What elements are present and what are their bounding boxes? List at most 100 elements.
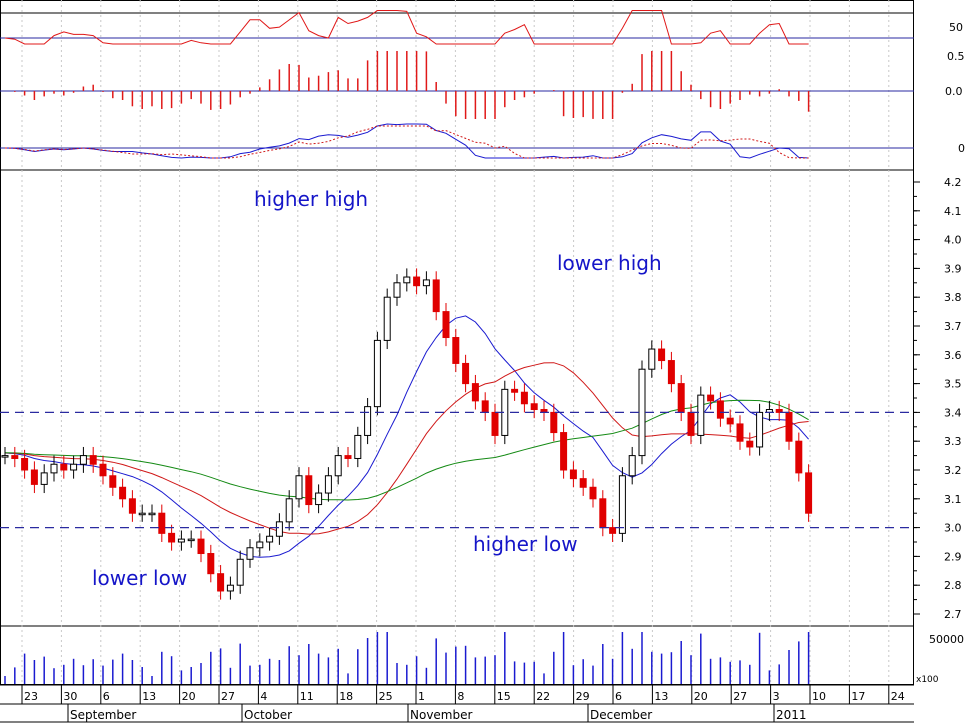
y-tick-label: 2.7	[944, 608, 962, 621]
candle-body	[579, 478, 587, 488]
candle-body	[805, 472, 813, 514]
x-tick-label: 22	[536, 690, 550, 703]
oscillator-line	[4, 10, 809, 45]
candle-body	[70, 463, 78, 471]
volume-unit-label: x100	[916, 675, 939, 685]
candle-body	[638, 368, 646, 457]
candle-body	[756, 411, 764, 448]
candle-body	[21, 457, 29, 471]
ma-short-line	[4, 315, 809, 558]
candle-body	[285, 498, 293, 523]
candle-body	[442, 311, 450, 339]
candle-body	[256, 541, 264, 549]
month-label: December	[590, 708, 652, 722]
candle-body	[158, 512, 166, 534]
histogram-tick-0: 0.5	[947, 50, 965, 63]
candle-body	[697, 394, 705, 436]
x-tick-label: 6	[103, 690, 110, 703]
month-label: October	[244, 708, 292, 722]
macd-zero-label: 0	[958, 142, 965, 155]
candle-body	[511, 388, 519, 393]
y-tick-label: 3.1	[944, 493, 962, 506]
candle-body	[138, 512, 146, 516]
x-tick-label: 13	[142, 690, 156, 703]
month-label: 2011	[776, 708, 807, 722]
candle-body	[266, 535, 274, 543]
x-tick-label: 30	[63, 690, 77, 703]
candle-body	[109, 475, 117, 488]
candle-body	[207, 553, 215, 575]
candle-body	[119, 486, 127, 500]
candle-body	[471, 383, 479, 402]
candle-body	[403, 276, 411, 284]
candle-body	[560, 432, 568, 471]
candle-body	[197, 538, 205, 555]
candle-body	[236, 558, 244, 586]
candle-body	[226, 584, 234, 592]
candle-body	[569, 469, 577, 480]
month-label: November	[410, 708, 472, 722]
x-tick-label: 4	[260, 690, 267, 703]
x-tick-label: 27	[221, 690, 235, 703]
x-tick-label: 25	[379, 690, 393, 703]
candle-body	[11, 455, 19, 459]
y-tick-label: 3.9	[944, 262, 962, 275]
candle-body	[520, 391, 528, 405]
candle-body	[589, 486, 597, 500]
x-tick-label: 17	[851, 690, 865, 703]
candle-body	[462, 362, 470, 385]
x-tick-label: 27	[733, 690, 747, 703]
candle-body	[217, 573, 225, 592]
annotation-higher-high: higher high	[254, 187, 368, 211]
candle-body	[413, 276, 421, 287]
candle-body	[99, 463, 107, 477]
candle-body	[677, 383, 685, 413]
candle-body	[491, 411, 499, 436]
y-tick-label: 3.0	[944, 522, 962, 535]
candle-body	[275, 521, 283, 537]
y-tick-label: 2.9	[944, 550, 962, 563]
candle-body	[432, 279, 440, 313]
candle-body	[324, 475, 332, 494]
horizontal-levels	[0, 411, 914, 529]
candle-body	[599, 498, 607, 529]
candle-body	[344, 455, 352, 459]
candle-body	[1, 455, 9, 458]
candle-body	[452, 337, 460, 364]
candle-body	[334, 455, 342, 477]
candle-body	[795, 440, 803, 474]
candle-body	[246, 547, 254, 560]
candle-body	[177, 538, 185, 543]
candle-body	[530, 403, 538, 411]
oscillator-ref-label: 50	[949, 21, 963, 34]
x-tick-label: 8	[457, 690, 464, 703]
candle-body	[648, 348, 656, 370]
candle-body	[628, 455, 636, 477]
x-tick-label: 20	[694, 690, 708, 703]
x-tick-label: 20	[182, 690, 196, 703]
ma-mid-line	[4, 362, 809, 535]
y-tick-label: 3.2	[944, 464, 962, 477]
annotation-lower-high: lower high	[557, 251, 662, 275]
y-tick-label: 3.5	[944, 378, 962, 391]
y-tick-label: 4.0	[944, 234, 962, 247]
candle-body	[726, 417, 734, 425]
candle-body	[736, 423, 744, 442]
y-tick-label: 4.2	[944, 176, 962, 189]
annotation-higher-low: higher low	[473, 532, 578, 556]
candle-body	[295, 475, 303, 500]
candle-body	[658, 348, 666, 362]
y-tick-label: 3.8	[944, 291, 962, 304]
candle-body	[315, 492, 323, 506]
y-tick-label: 3.7	[944, 320, 962, 333]
x-tick-label: 6	[615, 690, 622, 703]
candle-body	[305, 475, 313, 506]
moving-averages	[4, 315, 809, 558]
x-tick-label: 15	[497, 690, 511, 703]
candlesticks	[1, 268, 813, 600]
candle-body	[785, 411, 793, 442]
stock-chart: 4.2 4.1 4.0 3.9 3.8 3.7 3.6 3.5 3.4 3.3 3.2 3.1 3.0 2…	[0, 0, 965, 723]
candle-body	[89, 455, 97, 465]
x-tick-label: 24	[891, 690, 905, 703]
candle-body	[687, 411, 695, 436]
